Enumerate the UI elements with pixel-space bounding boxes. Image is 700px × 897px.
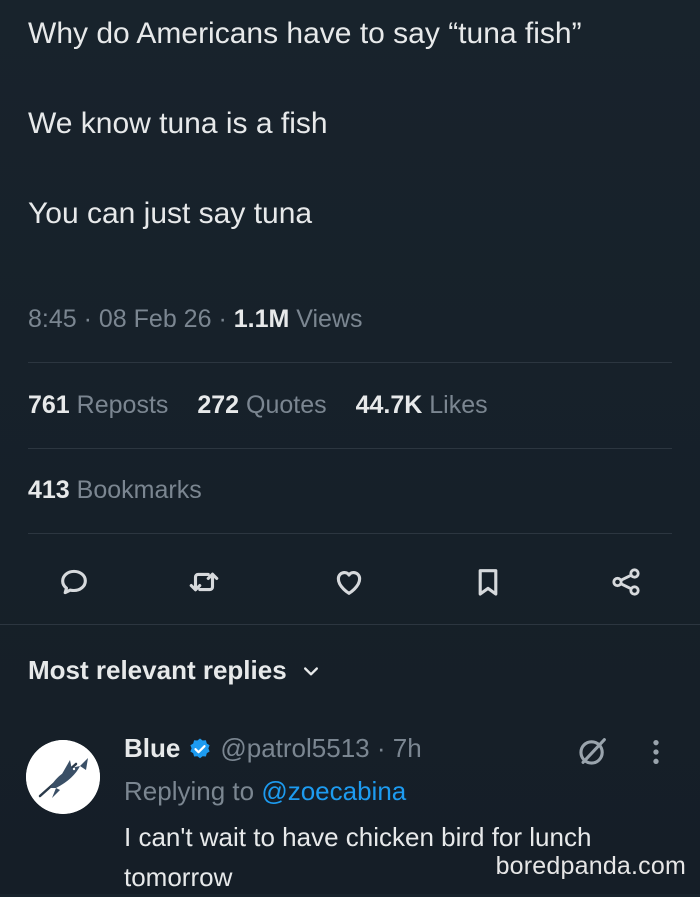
grok-icon[interactable] (576, 734, 610, 768)
chevron-down-icon (303, 666, 318, 675)
reply-author-handle[interactable]: @patrol5513 (220, 733, 369, 764)
tweet-date[interactable]: 08 Feb 26 (99, 305, 212, 333)
views-label: Views (296, 305, 363, 333)
reply-header: Blue @patrol5513 · 7h (124, 733, 422, 764)
avatar[interactable] (26, 740, 100, 814)
repost-button[interactable] (182, 560, 226, 604)
replying-to-mention[interactable]: @zoecabina (261, 776, 406, 806)
likes-label: Likes (429, 391, 488, 419)
divider (28, 448, 672, 449)
replying-to: Replying to @zoecabina (124, 776, 406, 807)
engagement-stats: 761 Reposts 272 Quotes 44.7K Likes (28, 391, 510, 420)
tweet-text-line: We know tuna is a fish (28, 107, 328, 140)
tweet-meta: 8:45 · 08 Feb 26 · 1.1M Views (28, 305, 363, 334)
replies-sort-dropdown[interactable]: Most relevant replies (28, 655, 321, 686)
tweet-text-line: Why do Americans have to say “tuna fish” (28, 17, 582, 50)
share-icon (612, 568, 640, 596)
bookmarks-count: 413 (28, 476, 70, 504)
share-button[interactable] (604, 560, 648, 604)
replying-prefix: Replying to (124, 776, 255, 806)
tweet-text: Why do Americans have to say “tuna fish”… (28, 12, 668, 236)
reply-button[interactable] (52, 560, 96, 604)
more-options-icon[interactable] (643, 736, 669, 768)
reposts-label: Reposts (76, 391, 169, 419)
likes-count: 44.7K (355, 391, 423, 419)
quotes-label: Quotes (246, 391, 327, 419)
meta-separator: · (369, 733, 393, 763)
bookmarks-stat[interactable]: 413 Bookmarks (28, 476, 202, 505)
meta-separator: · (218, 305, 234, 333)
bookmark-icon (478, 569, 498, 596)
reply-time[interactable]: 7h (393, 733, 422, 764)
like-button[interactable] (327, 560, 371, 604)
divider (28, 362, 672, 363)
views-count: 1.1M (233, 305, 290, 333)
meta-separator: · (83, 305, 99, 333)
bookmark-button[interactable] (466, 560, 510, 604)
likes-stat[interactable]: 44.7K Likes (356, 391, 488, 419)
replies-header-label: Most relevant replies (28, 655, 287, 685)
bookmarks-label: Bookmarks (76, 476, 202, 504)
reply-author-name[interactable]: Blue (124, 733, 180, 764)
quotes-count: 272 (197, 391, 240, 419)
like-icon (336, 570, 362, 595)
tweet-text-line: You can just say tuna (28, 197, 313, 230)
tweet-time[interactable]: 8:45 (28, 305, 77, 333)
reposts-count: 761 (28, 391, 70, 419)
reply-icon (61, 569, 87, 595)
repost-icon (189, 572, 219, 592)
watermark: boredpanda.com (495, 852, 686, 880)
marlin-icon (26, 740, 100, 814)
divider (28, 533, 672, 534)
action-bar (0, 560, 700, 604)
quotes-stat[interactable]: 272 Quotes (197, 391, 326, 419)
verified-badge-icon (190, 738, 210, 758)
reposts-stat[interactable]: 761 Reposts (28, 391, 168, 419)
divider (0, 624, 700, 625)
